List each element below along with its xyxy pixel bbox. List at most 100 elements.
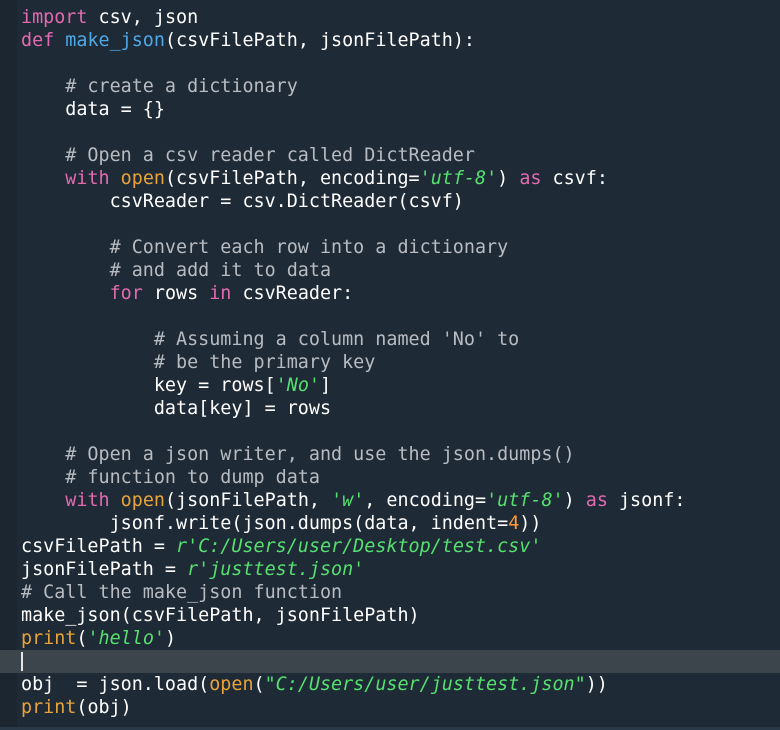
code-line[interactable]: with open(jsonFilePath, 'w', encoding='u… [21,489,780,512]
comment-token: # Open a json writer, and use the json.d… [21,444,575,465]
keyword-token: def [21,30,55,51]
string-token: 'utf-8' [486,490,564,511]
code-text: (csvFilePath, encoding= [164,168,420,189]
current-line[interactable] [0,650,780,673]
code-text: )) [519,513,542,534]
code-text: data = {} [21,99,165,120]
comment-token: # Assuming a column named 'No' to [21,329,520,350]
code-text: ( [76,628,88,649]
code-text: , encoding= [364,490,487,511]
code-line[interactable]: obj = json.load(open("C:/Users/user/just… [21,673,780,696]
code-text: csv, json [87,7,199,28]
code-line[interactable]: # Assuming a column named 'No' to [21,328,780,351]
code-line[interactable]: # Open a csv reader called DictReader [21,144,780,167]
code-line[interactable]: print(obj) [21,696,780,719]
code-line[interactable]: with open(csvFilePath, encoding='utf-8')… [21,167,780,190]
keyword-token: as [519,168,542,189]
string-token: 'hello' [87,628,165,649]
comment-token: # be the primary key [21,352,376,373]
string-token: "C:/Users/user/justtest.json" [264,674,586,695]
code-line[interactable]: # function to dump data [21,466,780,489]
code-text: ) [497,168,520,189]
editor-gutter [0,0,17,730]
code-text: ] [319,375,332,396]
number-token: 4 [508,513,520,534]
code-text: (obj) [76,697,132,718]
code-text: ) [563,490,586,511]
keyword-token: as [585,490,608,511]
code-line[interactable]: jsonFilePath = r'justtest.json' [21,558,780,581]
code-line[interactable]: key = rows['No'] [21,374,780,397]
code-text: key = rows[ [21,375,276,396]
code-line[interactable]: make_json(csvFilePath, jsonFilePath) [21,604,780,627]
code-text: csvf: [541,168,608,189]
string-token: 'w' [331,490,365,511]
code-line[interactable]: # Call the make_json function [21,581,780,604]
code-editor[interactable]: import csv, json def make_json(csvFilePat… [0,0,780,730]
code-line[interactable]: # be the primary key [21,351,780,374]
code-area[interactable]: import csv, json def make_json(csvFilePat… [0,6,780,719]
comment-token: # Convert each row into a dictionary [21,237,509,258]
code-text: data[key] = rows [21,398,332,419]
comment-token: # Open a csv reader called DictReader [21,145,475,166]
code-line[interactable]: def make_json(csvFilePath, jsonFilePath)… [21,29,780,52]
code-line[interactable] [21,213,780,236]
code-line[interactable]: jsonf.write(json.dumps(data, indent=4)) [21,512,780,535]
keyword-token: in [209,283,232,304]
code-text: csvReader: [231,283,354,304]
code-line[interactable]: print('hello') [21,627,780,650]
code-line[interactable]: data[key] = rows [21,397,780,420]
code-text: csvReader = csv.DictReader(csvf) [21,191,464,212]
code-text: obj = json.load( [21,674,210,695]
code-line[interactable]: csvReader = csv.DictReader(csvf) [21,190,780,213]
code-text: (csvFilePath, jsonFilePath): [164,30,475,51]
builtin-token: print [21,697,77,718]
comment-token: # Call the make_json function [21,582,343,603]
code-line[interactable]: # Convert each row into a dictionary [21,236,780,259]
builtin-token: print [21,628,77,649]
builtin-token: open [209,674,254,695]
code-text: rows [142,283,210,304]
code-line[interactable]: data = {} [21,98,780,121]
code-line[interactable]: csvFilePath = r'C:/Users/user/Desktop/te… [21,535,780,558]
code-text: )) [585,674,608,695]
code-text: jsonFilePath = [21,559,188,580]
builtin-token: open [120,490,165,511]
code-line[interactable]: for rows in csvReader: [21,282,780,305]
code-text: ) [164,628,177,649]
keyword-token: import [21,7,88,28]
code-text: csvFilePath = [21,536,177,557]
comment-token: # function to dump data [21,467,320,488]
comment-token: # and add it to data [21,260,332,281]
code-text: jsonf: [607,490,686,511]
keyword-token: with [65,490,110,511]
keyword-token: with [65,168,110,189]
code-line[interactable]: # Open a json writer, and use the json.d… [21,443,780,466]
code-line[interactable]: # and add it to data [21,259,780,282]
comment-token: # create a dictionary [21,76,298,97]
code-line[interactable] [21,305,780,328]
string-token: 'utf-8' [419,168,498,189]
function-name-token: make_json [65,30,165,51]
code-text: (jsonFilePath, [164,490,332,511]
code-text: ( [253,674,265,695]
string-token: r'justtest.json' [187,559,365,580]
code-text: jsonf.write(json.dumps(data, indent= [21,513,509,534]
code-text: make_json(csvFilePath, jsonFilePath) [21,605,420,626]
code-line[interactable] [21,121,780,144]
keyword-token: for [109,283,143,304]
code-line[interactable] [21,52,780,75]
code-line[interactable]: import csv, json [21,6,780,29]
builtin-token: open [120,168,165,189]
code-line[interactable]: # create a dictionary [21,75,780,98]
code-line[interactable] [21,420,780,443]
text-cursor [21,652,23,671]
string-token: 'No' [275,375,320,396]
string-token: r'C:/Users/user/Desktop/test.csv' [176,536,542,557]
